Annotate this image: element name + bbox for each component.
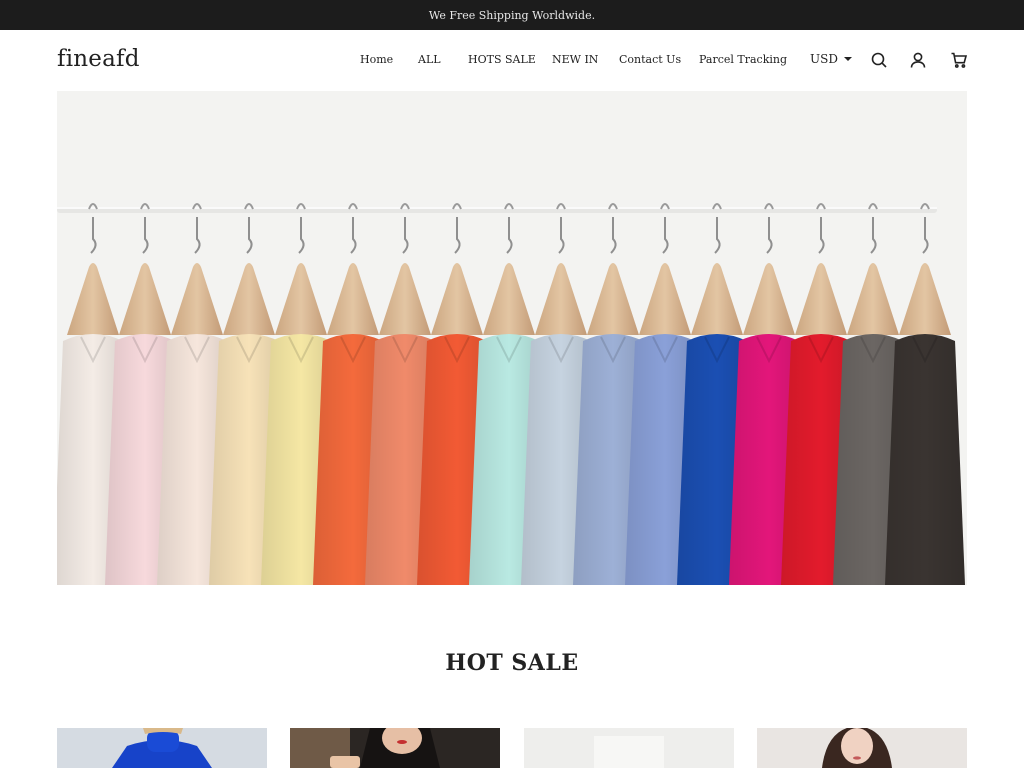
currency-label: USD: [810, 52, 838, 66]
account-icon[interactable]: [909, 51, 927, 69]
site-header: fineafd Home ALL HOTS SALE NEW IN Contac…: [0, 30, 1024, 90]
announcement-text: We Free Shipping Worldwide.: [428, 8, 596, 22]
search-icon[interactable]: [870, 51, 888, 69]
caret-down-icon: [843, 57, 852, 61]
product-image: [57, 728, 267, 768]
hero-banner[interactable]: [57, 91, 967, 585]
announcement-bar: We Free Shipping Worldwide.: [0, 0, 1024, 30]
nav-hots-sale[interactable]: HOTS SALE: [468, 53, 536, 66]
product-image: [290, 728, 500, 768]
clothes-rack-image: [57, 91, 967, 585]
product-image: [524, 728, 734, 768]
logo[interactable]: fineafd: [57, 46, 140, 72]
nav-new-in[interactable]: NEW IN: [552, 53, 598, 66]
nav-parcel-tracking[interactable]: Parcel Tracking: [699, 53, 787, 66]
product-image: [757, 728, 967, 768]
cart-icon[interactable]: [950, 51, 968, 69]
nav-contact-us[interactable]: Contact Us: [619, 53, 681, 66]
currency-selector[interactable]: USD: [810, 52, 852, 66]
nav-home[interactable]: Home: [360, 53, 393, 66]
product-card[interactable]: [524, 728, 734, 768]
hot-sale-title: HOT SALE: [445, 650, 579, 676]
product-card[interactable]: [757, 728, 967, 768]
nav-all[interactable]: ALL: [418, 53, 441, 66]
product-card[interactable]: [290, 728, 500, 768]
product-card[interactable]: [57, 728, 267, 768]
